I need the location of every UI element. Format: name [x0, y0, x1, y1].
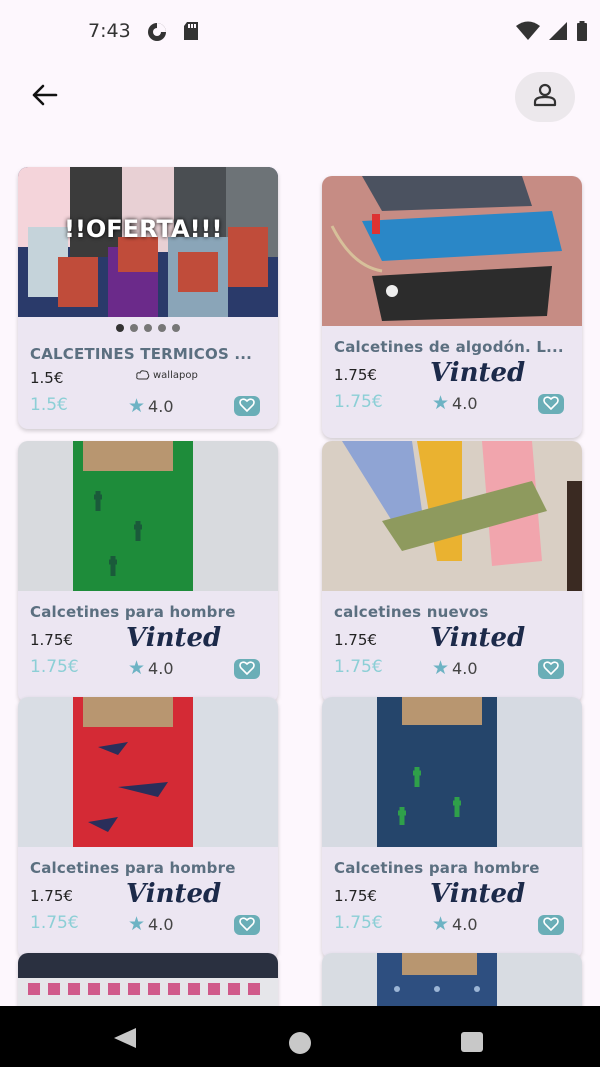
product-card[interactable]: [18, 953, 278, 1006]
product-price: 1.5€: [30, 369, 64, 387]
rating-value: 4.0: [148, 914, 174, 934]
carousel-dot[interactable]: [172, 324, 180, 332]
battery-icon: [576, 21, 588, 45]
rating-value: 4.0: [452, 658, 478, 678]
product-price: 1.75€: [334, 366, 377, 384]
rating-value: 4.0: [452, 393, 478, 413]
product-grid: !!OFERTA!!! CALCETINES TERMICOS ... 1.5€…: [0, 132, 600, 1006]
heart-icon: [543, 916, 559, 935]
product-card[interactable]: [322, 953, 582, 1006]
product-title: calcetines nuevos: [334, 603, 489, 621]
vinted-logo: Vinted: [430, 358, 526, 388]
carousel-dot[interactable]: [130, 324, 138, 332]
signal-icon: [548, 21, 568, 45]
carousel-dot[interactable]: [116, 324, 124, 332]
vinted-logo: Vinted: [126, 879, 222, 909]
vinted-logo: Vinted: [126, 623, 222, 653]
arrow-left-icon: [30, 83, 58, 111]
recents-square-icon[interactable]: [461, 1032, 483, 1052]
image-overlay-text: !!OFERTA!!!: [64, 215, 223, 243]
rating: ★ 4.0: [432, 913, 478, 935]
star-icon: ★: [128, 395, 146, 417]
favorite-button[interactable]: [234, 915, 260, 935]
product-image: [322, 697, 582, 847]
data-saver-icon: [146, 21, 168, 47]
heart-icon: [543, 660, 559, 679]
carousel-dot[interactable]: [144, 324, 152, 332]
favorite-button[interactable]: [234, 396, 260, 416]
favorite-button[interactable]: [538, 915, 564, 935]
product-price: 1.75€: [30, 887, 73, 905]
back-button[interactable]: [24, 80, 64, 114]
star-icon: ★: [432, 392, 450, 414]
product-image: [322, 441, 582, 591]
product-price-accent: 1.5€: [30, 395, 68, 415]
star-icon: ★: [128, 913, 146, 935]
product-image: [18, 697, 278, 847]
source-label: wallapop: [153, 370, 198, 381]
rating: ★ 4.0: [128, 913, 174, 935]
product-image: [322, 176, 582, 326]
product-card[interactable]: Calcetines para hombre 1.75€ Vinted 1.75…: [322, 697, 582, 959]
rating-value: 4.0: [452, 914, 478, 934]
favorite-button[interactable]: [538, 659, 564, 679]
carousel-dot[interactable]: [158, 324, 166, 332]
heart-icon: [543, 395, 559, 414]
status-bar: 7:43: [0, 0, 600, 62]
product-price-accent: 1.75€: [334, 657, 383, 677]
product-price-accent: 1.75€: [30, 657, 79, 677]
carousel-dots[interactable]: [18, 324, 278, 332]
heart-icon: [239, 916, 255, 935]
product-card[interactable]: Calcetines de algodón. L... 1.75€ Vinted…: [322, 176, 582, 438]
product-title: CALCETINES TERMICOS ...: [30, 345, 253, 363]
product-image: [18, 953, 278, 1006]
star-icon: ★: [432, 913, 450, 935]
system-nav-bar: [0, 1006, 600, 1067]
sd-card-icon: [182, 21, 200, 47]
product-image: !!OFERTA!!!: [18, 167, 278, 317]
heart-icon: [239, 660, 255, 679]
product-price-accent: 1.75€: [30, 913, 79, 933]
app-bar: [0, 62, 600, 132]
product-price: 1.75€: [30, 631, 73, 649]
product-card[interactable]: Calcetines para hombre 1.75€ Vinted 1.75…: [18, 697, 278, 959]
product-card[interactable]: Calcetines para hombre 1.75€ Vinted 1.75…: [18, 441, 278, 703]
star-icon: ★: [432, 657, 450, 679]
wallapop-logo: wallapop: [136, 370, 198, 381]
vinted-logo: Vinted: [430, 623, 526, 653]
product-title: Calcetines para hombre: [334, 859, 540, 877]
heart-icon: [239, 397, 255, 416]
vinted-logo: Vinted: [430, 879, 526, 909]
product-image: [18, 441, 278, 591]
rating: ★ 4.0: [128, 395, 174, 417]
status-time: 7:43: [88, 20, 131, 42]
star-icon: ★: [128, 657, 146, 679]
rating-value: 4.0: [148, 396, 174, 416]
profile-button[interactable]: [515, 72, 575, 122]
wifi-icon: [516, 21, 540, 45]
rating: ★ 4.0: [128, 657, 174, 679]
product-title: Calcetines para hombre: [30, 859, 236, 877]
rating: ★ 4.0: [432, 657, 478, 679]
rating-value: 4.0: [148, 658, 174, 678]
product-title: Calcetines para hombre: [30, 603, 236, 621]
product-price-accent: 1.75€: [334, 392, 383, 412]
product-card[interactable]: !!OFERTA!!! CALCETINES TERMICOS ... 1.5€…: [18, 167, 278, 429]
favorite-button[interactable]: [538, 394, 564, 414]
person-icon: [531, 81, 559, 113]
product-image: [322, 953, 582, 1006]
favorite-button[interactable]: [234, 659, 260, 679]
product-title: Calcetines de algodón. L...: [334, 338, 564, 356]
product-price-accent: 1.75€: [334, 913, 383, 933]
home-circle-icon[interactable]: [289, 1032, 311, 1054]
back-triangle-icon[interactable]: [112, 1026, 138, 1054]
product-price: 1.75€: [334, 631, 377, 649]
product-price: 1.75€: [334, 887, 377, 905]
rating: ★ 4.0: [432, 392, 478, 414]
product-card[interactable]: calcetines nuevos 1.75€ Vinted 1.75€ ★ 4…: [322, 441, 582, 703]
